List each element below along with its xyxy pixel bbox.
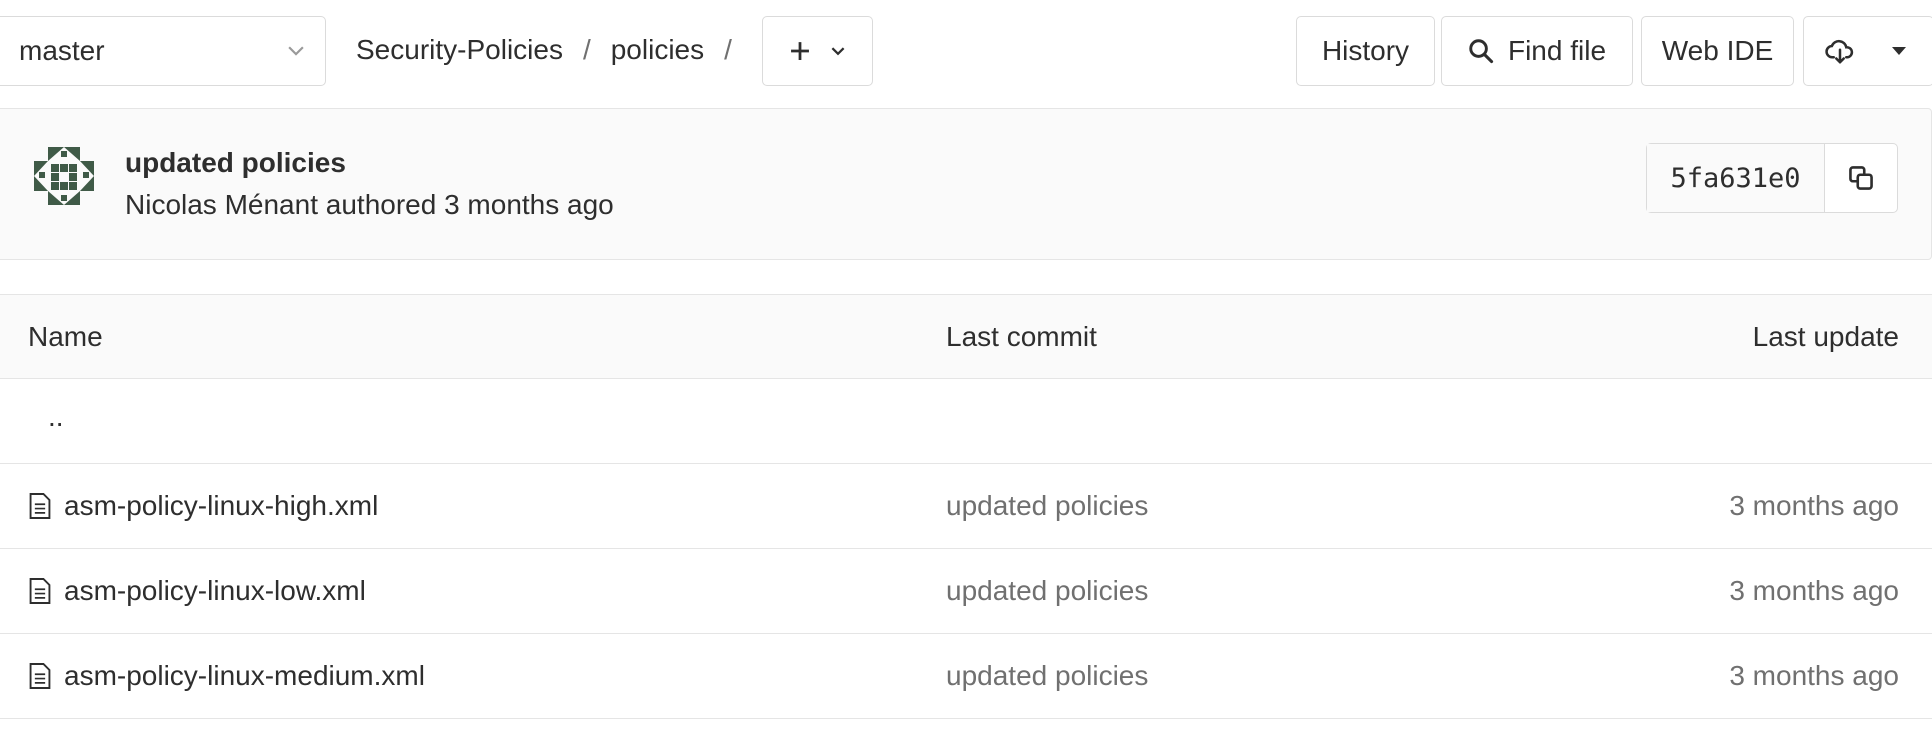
breadcrumb-directory[interactable]: policies [611, 34, 704, 66]
find-file-button[interactable]: Find file [1441, 16, 1633, 86]
commit-meta: Nicolas Ménant authored 3 months ago [125, 189, 614, 221]
file-icon [29, 663, 51, 689]
file-tree-table: Name Last commit Last update .. asm-poli… [0, 294, 1932, 719]
add-to-tree-dropdown[interactable] [762, 16, 873, 86]
copy-sha-button[interactable] [1825, 144, 1897, 212]
commit-time: authored 3 months ago [325, 189, 614, 220]
commit-author[interactable]: Nicolas Ménant [125, 189, 318, 220]
commit-sha-group: 5fa631e0 [1646, 143, 1898, 213]
file-last-commit[interactable]: updated policies [946, 660, 1148, 692]
breadcrumb-project[interactable]: Security-Policies [356, 34, 563, 66]
branch-name: master [19, 35, 105, 66]
history-button[interactable]: History [1296, 16, 1435, 86]
table-row[interactable]: asm-policy-linux-low.xml updated policie… [0, 549, 1932, 634]
download-dropdown[interactable] [1803, 16, 1932, 86]
file-last-update: 3 months ago [1729, 490, 1899, 521]
file-last-update: 3 months ago [1729, 575, 1899, 606]
file-name-cell[interactable]: asm-policy-linux-medium.xml [28, 660, 425, 692]
cloud-download-icon [1824, 39, 1853, 64]
file-name: asm-policy-linux-medium.xml [64, 660, 425, 691]
repository-tree-page: master Security-Policies / policies / Hi… [0, 0, 1932, 732]
commit-sha[interactable]: 5fa631e0 [1647, 144, 1825, 212]
table-row[interactable]: asm-policy-linux-medium.xml updated poli… [0, 634, 1932, 719]
file-last-commit[interactable]: updated policies [946, 490, 1148, 522]
file-icon [29, 493, 51, 519]
table-header: Name Last commit Last update [0, 295, 1932, 379]
file-last-update: 3 months ago [1729, 660, 1899, 691]
breadcrumb-separator: / [582, 34, 591, 65]
file-name: asm-policy-linux-high.xml [64, 490, 379, 521]
copy-icon [1849, 166, 1873, 190]
file-name-cell[interactable]: asm-policy-linux-low.xml [28, 575, 366, 607]
author-avatar[interactable] [31, 143, 97, 209]
last-commit-panel: updated policies Nicolas Ménant authored… [0, 108, 1932, 260]
breadcrumb-separator: / [724, 34, 732, 65]
caret-down-icon [1891, 47, 1906, 55]
table-row[interactable]: asm-policy-linux-high.xml updated polici… [0, 464, 1932, 549]
plus-icon [790, 42, 809, 60]
web-ide-button[interactable]: Web IDE [1641, 16, 1794, 86]
search-icon [1469, 39, 1494, 64]
commit-title[interactable]: updated policies [125, 147, 346, 179]
branch-switcher[interactable]: master [0, 16, 326, 86]
column-header-last-commit: Last commit [946, 321, 1097, 352]
file-name-cell[interactable]: asm-policy-linux-high.xml [28, 490, 378, 522]
file-name: asm-policy-linux-low.xml [64, 575, 366, 606]
column-header-last-update: Last update [1752, 321, 1899, 352]
parent-directory-link[interactable]: .. [48, 401, 64, 433]
file-last-commit[interactable]: updated policies [946, 575, 1148, 607]
parent-directory-row[interactable]: .. [0, 379, 1932, 464]
tree-controls: master Security-Policies / policies / Hi… [0, 0, 1932, 100]
column-header-name: Name [28, 321, 103, 352]
find-file-label: Find file [1507, 35, 1607, 66]
breadcrumb: Security-Policies / policies / [356, 30, 752, 70]
file-icon [29, 578, 51, 604]
chevron-down-icon [288, 46, 304, 56]
chevron-down-icon [831, 47, 844, 56]
